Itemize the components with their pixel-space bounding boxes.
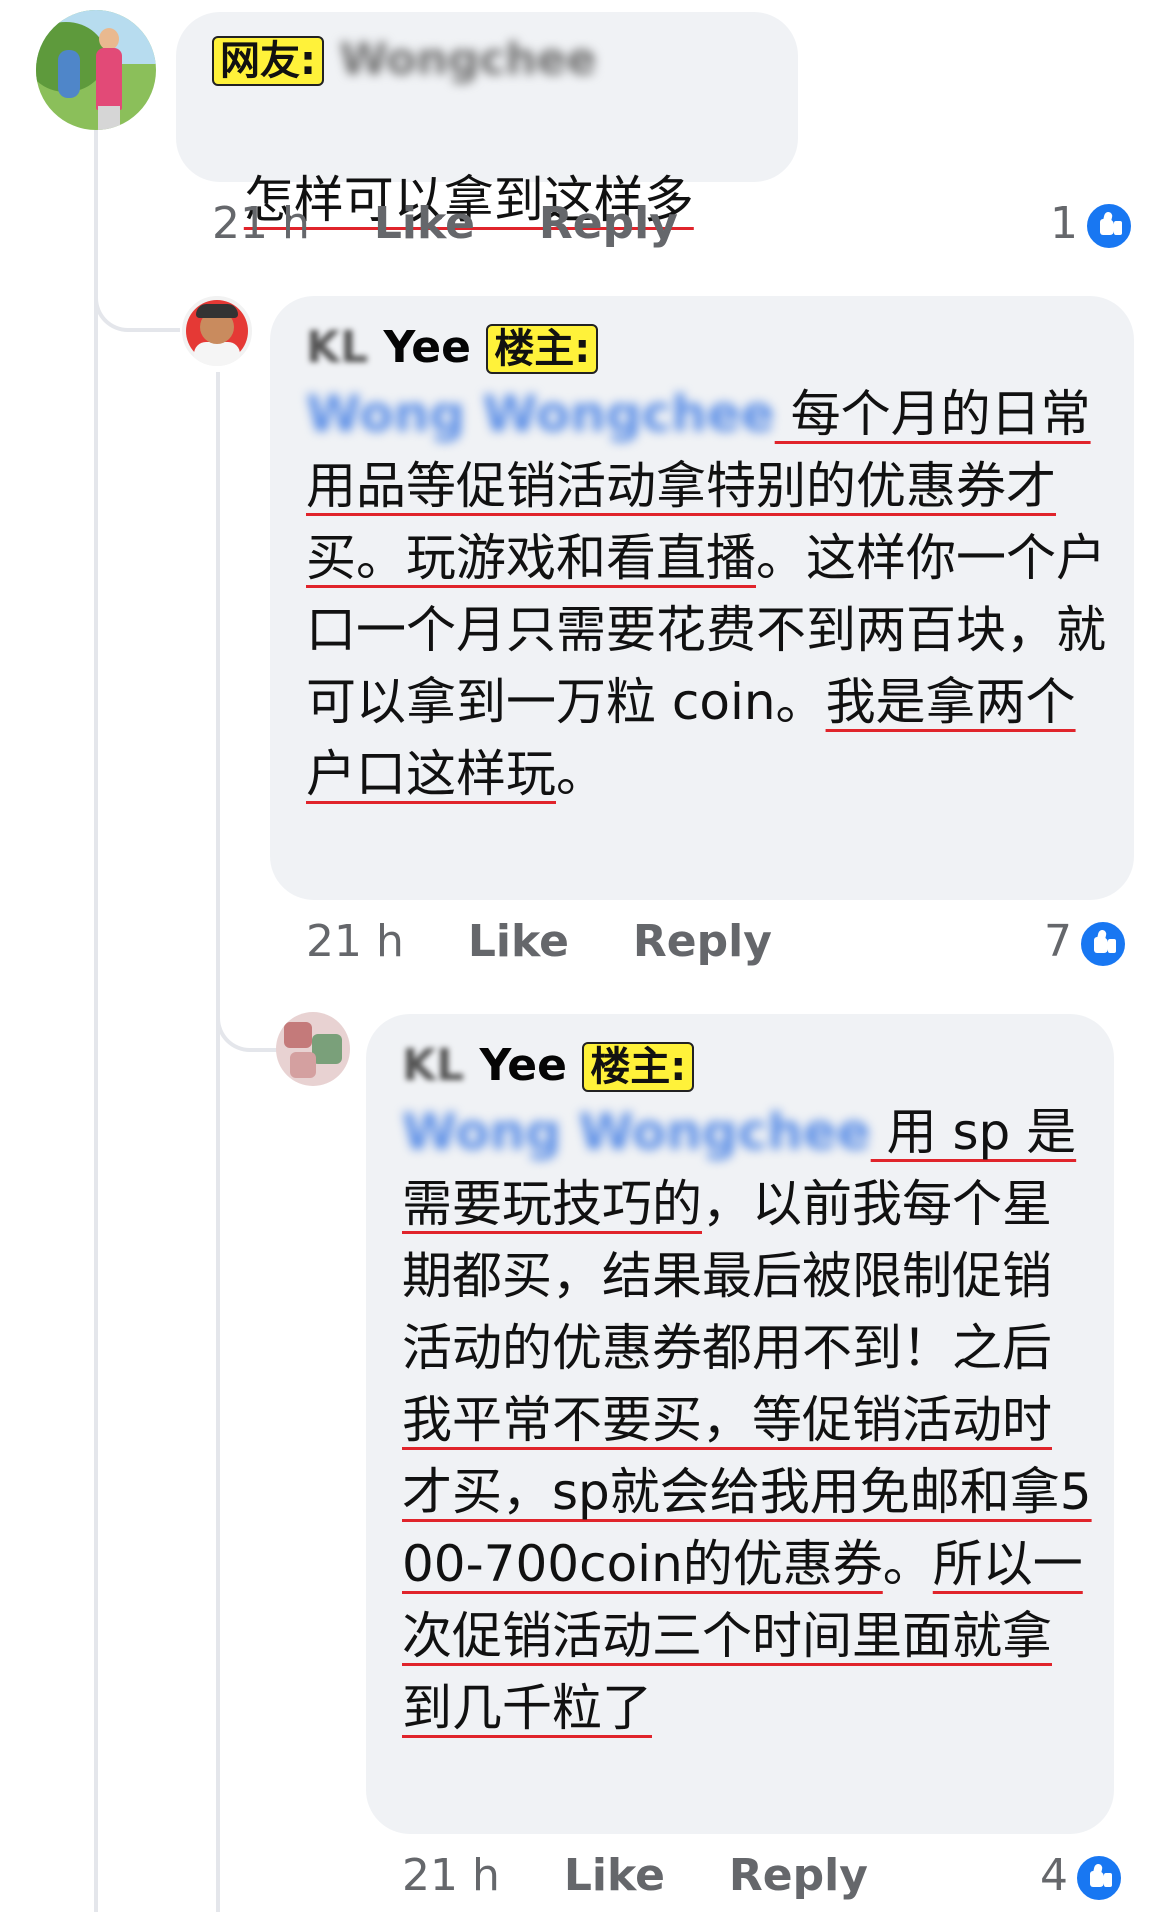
comment-1-header: 网友: Wongchee xyxy=(212,32,596,88)
comment-1-time[interactable]: 21 h xyxy=(212,196,310,252)
thumbs-up-icon xyxy=(1074,1853,1124,1903)
op-label: 楼主: xyxy=(582,1042,695,1092)
comment-1-like-button[interactable]: Like xyxy=(374,196,475,252)
thumbs-up-icon xyxy=(1078,919,1128,969)
thumbs-up-icon xyxy=(1084,201,1134,251)
thread-line-sub xyxy=(216,372,220,1912)
comment-2-reply-button[interactable]: Reply xyxy=(633,914,772,970)
comment-2-mention[interactable]: Wong Wongchee xyxy=(306,385,775,443)
comment-1-reaction-count: 1 xyxy=(1050,198,1078,249)
comment-2-reactions[interactable]: 7 xyxy=(1044,914,1128,970)
avatar-op-blurred[interactable] xyxy=(276,1012,350,1086)
avatar-commenter[interactable] xyxy=(36,10,156,130)
comment-3-header: KL Yee 楼主: xyxy=(402,1038,695,1094)
thread-connector-2 xyxy=(216,960,278,1052)
netizen-label: 网友: xyxy=(212,36,324,86)
comment-1-reply-button[interactable]: Reply xyxy=(539,196,678,252)
comment-3-author-name[interactable]: Yee xyxy=(479,1040,567,1091)
comment-3-mention[interactable]: Wong Wongchee xyxy=(402,1103,871,1161)
comment-3-actions: 21 h Like Reply xyxy=(402,1848,868,1904)
thread-line-main xyxy=(94,128,98,1912)
comment-1-reactions[interactable]: 1 xyxy=(1050,196,1134,252)
comment-3-author-initials[interactable]: KL xyxy=(402,1038,464,1094)
op-label: 楼主: xyxy=(486,324,599,374)
comment-2-header: KL Yee 楼主: xyxy=(306,320,599,376)
comment-1-actions: 21 h Like Reply xyxy=(212,196,678,252)
comment-2-like-button[interactable]: Like xyxy=(468,914,569,970)
comment-3-time[interactable]: 21 h xyxy=(402,1848,500,1904)
thread-connector-1 xyxy=(94,240,180,332)
comment-3-like-button[interactable]: Like xyxy=(564,1848,665,1904)
comment-2-actions: 21 h Like Reply xyxy=(306,914,772,970)
comment-3-text: Wong Wongchee 用 sp 是需要玩技巧的，以前我每个星期都买，结果最… xyxy=(402,1103,1092,1737)
comment-2-text: Wong Wongchee 每个月的日常用品等促销活动拿特别的优惠券才买。玩游戏… xyxy=(306,385,1106,803)
comment-3-reply-button[interactable]: Reply xyxy=(729,1848,868,1904)
comment-2-reaction-count: 7 xyxy=(1044,916,1072,967)
comment-2-author-name[interactable]: Yee xyxy=(383,322,471,373)
comment-1-author[interactable]: Wongchee xyxy=(339,32,596,88)
comment-3-reaction-count: 4 xyxy=(1040,1850,1068,1901)
comment-3-reactions[interactable]: 4 xyxy=(1040,1848,1124,1904)
avatar-op[interactable] xyxy=(180,294,254,368)
comment-2-author-initials[interactable]: KL xyxy=(306,320,368,376)
comment-2-time[interactable]: 21 h xyxy=(306,914,404,970)
